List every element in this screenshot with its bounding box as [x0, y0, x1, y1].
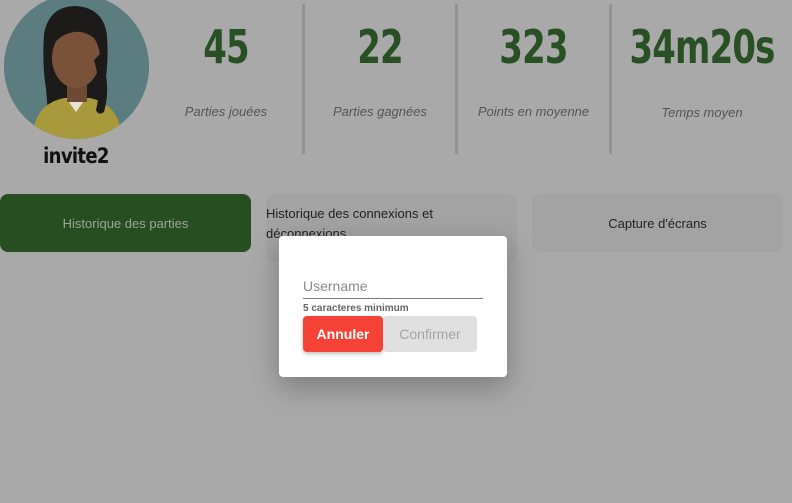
tab-game-history[interactable]: Historique des parties — [0, 194, 251, 252]
stat-value: 45 — [203, 20, 249, 74]
username-dialog: 5 caracteres minimum Annuler Confirmer — [279, 236, 507, 377]
username: invite2 — [43, 144, 109, 168]
tab-label: Capture d'écrans — [608, 215, 707, 231]
avatar — [4, 0, 149, 139]
stat-label: Parties jouées — [184, 104, 268, 119]
stat-value: 323 — [499, 20, 568, 74]
tab-screenshots[interactable]: Capture d'écrans — [532, 194, 783, 252]
avatar-woman-icon — [4, 0, 149, 139]
stat-games-won: 22 Parties gagnées — [305, 0, 455, 156]
stat-label: Points en moyenne — [477, 104, 590, 119]
stat-average-points: 323 Points en moyenne — [458, 0, 609, 156]
tab-label: Historique des parties — [62, 215, 189, 231]
stat-value: 22 — [357, 20, 403, 74]
username-hint: 5 caracteres minimum — [303, 303, 409, 314]
username-input[interactable] — [303, 274, 483, 299]
stat-label: Parties gagnées — [333, 104, 427, 119]
stat-average-time: 34m20s Temps moyen — [612, 0, 792, 156]
stat-label: Temps moyen — [661, 105, 743, 120]
stat-value: 34m20s — [629, 20, 775, 74]
stat-games-played: 45 Parties jouées — [150, 0, 302, 156]
confirm-button[interactable]: Confirmer — [383, 316, 477, 352]
cancel-button[interactable]: Annuler — [303, 316, 383, 352]
